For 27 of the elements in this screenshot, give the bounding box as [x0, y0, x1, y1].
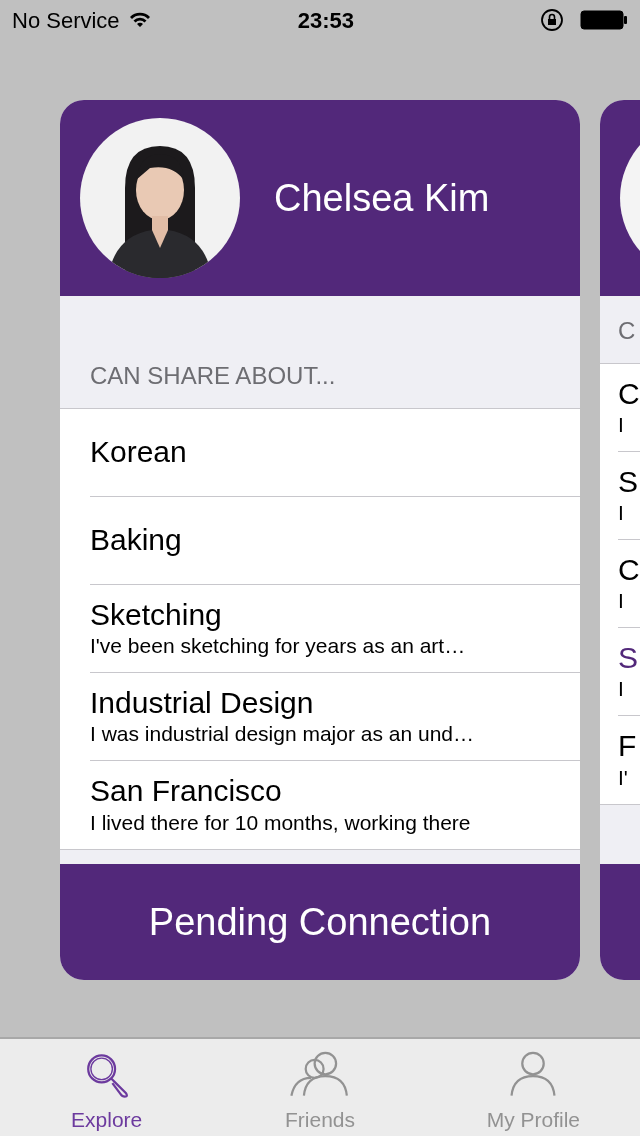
tab-bar-item[interactable]: Explore	[0, 1039, 214, 1136]
topic-description: I'	[618, 764, 629, 791]
topic-title: C	[618, 376, 640, 412]
topic-title: San Francisco	[90, 774, 283, 809]
topic-title: F	[618, 729, 638, 764]
topic-description: I	[618, 676, 625, 703]
topic-title: Industrial Design	[90, 685, 315, 721]
topic-title: Sketching	[90, 597, 223, 633]
person-name: Chelsea Kim	[274, 175, 490, 221]
section-header: CAN SHARE ABOUT...	[90, 361, 336, 391]
carrier-label: No Service	[12, 6, 120, 35]
section-header: C	[618, 316, 636, 346]
clock: 23:53	[297, 6, 354, 35]
topic-description: I lived there for 10 months, working there	[90, 809, 472, 836]
battery-icon	[580, 10, 628, 30]
topic-title: Korean	[90, 435, 188, 470]
topic-description: I've been sketching for years as an art…	[90, 633, 467, 660]
pending-connection-button[interactable]: Pending Connection	[60, 864, 580, 980]
topic-title: S	[618, 464, 639, 500]
topic-title: C	[618, 552, 640, 588]
topic-description: I	[618, 500, 625, 527]
topic-title: Baking	[90, 523, 183, 558]
topic-title: S	[618, 640, 639, 676]
topic-description: I was industrial design major as an und…	[90, 721, 476, 748]
rotation-lock-icon	[540, 8, 564, 32]
topic-description: I	[618, 588, 625, 615]
topic-description: I	[618, 412, 625, 439]
